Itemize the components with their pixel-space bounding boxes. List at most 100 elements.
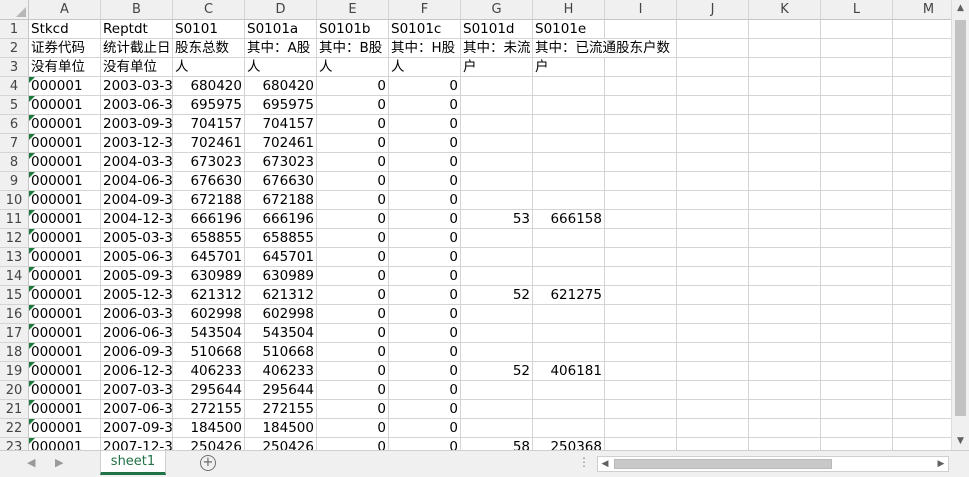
cell-i13[interactable] — [605, 248, 677, 267]
cell-g20[interactable] — [461, 381, 533, 400]
column-header-g[interactable]: G — [461, 0, 533, 20]
cell-j6[interactable] — [677, 115, 749, 134]
cell-a8[interactable]: 000001 — [29, 153, 101, 172]
cell-d10[interactable]: 672188 — [245, 191, 317, 210]
cell-c1[interactable]: S0101 — [173, 20, 245, 39]
cell-m17[interactable] — [893, 324, 951, 343]
cell-e3[interactable]: 人 — [317, 58, 389, 77]
cell-h23[interactable]: 250368 — [533, 438, 605, 450]
cell-g2[interactable]: 其中：未流 — [461, 39, 533, 58]
cell-m14[interactable] — [893, 267, 951, 286]
cell-j16[interactable] — [677, 305, 749, 324]
cell-e9[interactable]: 0 — [317, 172, 389, 191]
row-header-21[interactable]: 21 — [0, 400, 29, 419]
row-header-23[interactable]: 23 — [0, 438, 29, 450]
cell-k6[interactable] — [749, 115, 821, 134]
cell-d20[interactable]: 295644 — [245, 381, 317, 400]
cell-d8[interactable]: 673023 — [245, 153, 317, 172]
cell-e1[interactable]: S0101b — [317, 20, 389, 39]
cell-e23[interactable]: 0 — [317, 438, 389, 450]
cell-k10[interactable] — [749, 191, 821, 210]
cell-g11[interactable]: 53 — [461, 210, 533, 229]
cell-c20[interactable]: 295644 — [173, 381, 245, 400]
cell-f10[interactable]: 0 — [389, 191, 461, 210]
cell-l14[interactable] — [821, 267, 893, 286]
cell-l3[interactable] — [821, 58, 893, 77]
cell-e18[interactable]: 0 — [317, 343, 389, 362]
cell-b14[interactable]: 2005-09-3 — [101, 267, 173, 286]
cell-g6[interactable] — [461, 115, 533, 134]
cell-l8[interactable] — [821, 153, 893, 172]
cell-e15[interactable]: 0 — [317, 286, 389, 305]
cell-a23[interactable]: 000001 — [29, 438, 101, 450]
cell-i20[interactable] — [605, 381, 677, 400]
column-header-k[interactable]: K — [749, 0, 821, 20]
cell-b18[interactable]: 2006-09-3 — [101, 343, 173, 362]
row-header-8[interactable]: 8 — [0, 153, 29, 172]
cell-m10[interactable] — [893, 191, 951, 210]
cell-l21[interactable] — [821, 400, 893, 419]
cell-l1[interactable] — [821, 20, 893, 39]
cell-h16[interactable] — [533, 305, 605, 324]
cell-d19[interactable]: 406233 — [245, 362, 317, 381]
cell-d7[interactable]: 702461 — [245, 134, 317, 153]
cell-i12[interactable] — [605, 229, 677, 248]
cell-d17[interactable]: 543504 — [245, 324, 317, 343]
cell-f5[interactable]: 0 — [389, 96, 461, 115]
cell-g3[interactable]: 户 — [461, 58, 533, 77]
cell-j8[interactable] — [677, 153, 749, 172]
cell-f16[interactable]: 0 — [389, 305, 461, 324]
column-header-a[interactable]: A — [29, 0, 101, 20]
cell-h12[interactable] — [533, 229, 605, 248]
column-header-b[interactable]: B — [101, 0, 173, 20]
cell-b9[interactable]: 2004-06-3 — [101, 172, 173, 191]
cell-a20[interactable]: 000001 — [29, 381, 101, 400]
cell-a19[interactable]: 000001 — [29, 362, 101, 381]
cell-k19[interactable] — [749, 362, 821, 381]
cell-h8[interactable] — [533, 153, 605, 172]
cell-b5[interactable]: 2003-06-3 — [101, 96, 173, 115]
cell-h11[interactable]: 666158 — [533, 210, 605, 229]
row-header-6[interactable]: 6 — [0, 115, 29, 134]
tab-split-handle[interactable]: ⋮ — [578, 455, 590, 469]
cell-i3[interactable] — [605, 58, 677, 77]
cell-e11[interactable]: 0 — [317, 210, 389, 229]
cell-g1[interactable]: S0101d — [461, 20, 533, 39]
cell-g7[interactable] — [461, 134, 533, 153]
cell-f17[interactable]: 0 — [389, 324, 461, 343]
cell-e21[interactable]: 0 — [317, 400, 389, 419]
cell-a17[interactable]: 000001 — [29, 324, 101, 343]
cell-e8[interactable]: 0 — [317, 153, 389, 172]
row-header-19[interactable]: 19 — [0, 362, 29, 381]
cell-k8[interactable] — [749, 153, 821, 172]
cell-i8[interactable] — [605, 153, 677, 172]
cell-i17[interactable] — [605, 324, 677, 343]
cell-m7[interactable] — [893, 134, 951, 153]
cell-a1[interactable]: Stkcd — [29, 20, 101, 39]
cell-j9[interactable] — [677, 172, 749, 191]
cell-h13[interactable] — [533, 248, 605, 267]
cell-a2[interactable]: 证券代码 — [29, 39, 101, 58]
cell-c10[interactable]: 672188 — [173, 191, 245, 210]
cell-b3[interactable]: 没有单位 — [101, 58, 173, 77]
cell-m9[interactable] — [893, 172, 951, 191]
cell-m15[interactable] — [893, 286, 951, 305]
cell-l11[interactable] — [821, 210, 893, 229]
cell-a21[interactable]: 000001 — [29, 400, 101, 419]
cell-c14[interactable]: 630989 — [173, 267, 245, 286]
cell-e10[interactable]: 0 — [317, 191, 389, 210]
cell-f13[interactable]: 0 — [389, 248, 461, 267]
row-header-2[interactable]: 2 — [0, 39, 29, 58]
cell-b22[interactable]: 2007-09-3 — [101, 419, 173, 438]
cell-b11[interactable]: 2004-12-3 — [101, 210, 173, 229]
cell-j4[interactable] — [677, 77, 749, 96]
cell-j18[interactable] — [677, 343, 749, 362]
cell-m4[interactable] — [893, 77, 951, 96]
cell-j20[interactable] — [677, 381, 749, 400]
column-header-h[interactable]: H — [533, 0, 605, 20]
cell-i16[interactable] — [605, 305, 677, 324]
cell-a18[interactable]: 000001 — [29, 343, 101, 362]
cell-e5[interactable]: 0 — [317, 96, 389, 115]
cell-k2[interactable] — [749, 39, 821, 58]
column-header-f[interactable]: F — [389, 0, 461, 20]
